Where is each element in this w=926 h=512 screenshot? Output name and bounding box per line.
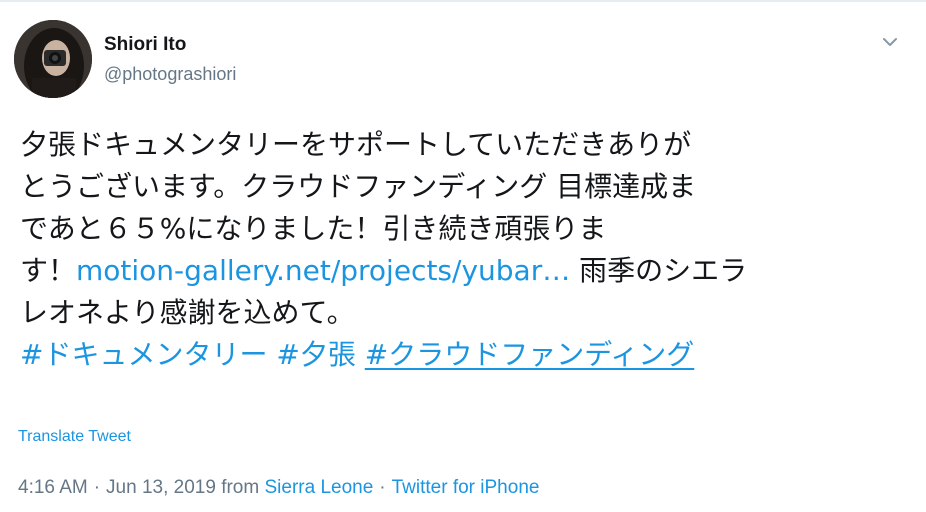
more-options-button[interactable] [878, 30, 902, 54]
avatar[interactable] [14, 20, 92, 98]
author-name[interactable]: Shiori Ito [104, 34, 186, 56]
hashtag-line: #ドキュメンタリー #夕張 #クラウドファンディング [20, 334, 910, 376]
tweet-line-1: 夕張ドキュメンタリーをサポートしていただきありが [20, 128, 692, 161]
translate-tweet-link[interactable]: Translate Tweet [18, 428, 131, 446]
tweet-time[interactable]: 4:16 AM [18, 477, 88, 498]
tweet-line-4-prefix: す！ [20, 254, 77, 287]
tweet-date[interactable]: Jun 13, 2019 [106, 477, 216, 498]
hashtag-crowdfunding[interactable]: #クラウドファンディング [365, 338, 695, 371]
tweet-line-3: であと６５%になりました！引き続き頑張りま [20, 212, 607, 245]
tweet-text: 夕張ドキュメンタリーをサポートしていただきありが とうございます。クラウドファン… [20, 124, 910, 376]
meta-separator: · [93, 477, 101, 498]
project-link[interactable]: motion-gallery.net/projects/yubar… [76, 254, 570, 287]
tweet-line-4-suffix: 雨季のシエラ [570, 254, 748, 287]
tweet-location-link[interactable]: Sierra Leone [264, 477, 373, 498]
tweet-line-5: レオネより感謝を込めて。 [20, 296, 355, 329]
meta-separator-2: · [379, 477, 386, 498]
tweet-line-2: とうございます。クラウドファンディング 目標達成ま [20, 170, 697, 203]
meta-from-label: from [221, 477, 260, 498]
hashtag-documentary[interactable]: #ドキュメンタリー [20, 338, 267, 371]
tweet-card: Shiori Ito @photograshiori 夕張ドキュメンタリーをサポ… [0, 0, 926, 512]
author-handle[interactable]: @photograshiori [104, 64, 236, 85]
hashtag-yubari[interactable]: #夕張 [276, 338, 355, 371]
tweet-line-4: す！motion-gallery.net/projects/yubar… 雨季の… [20, 250, 910, 292]
tweet-source-link[interactable]: Twitter for iPhone [392, 477, 540, 498]
chevron-down-icon [883, 38, 897, 46]
avatar-image [14, 20, 92, 98]
tweet-meta: 4:16 AM · Jun 13, 2019 from Sierra Leone · T… [18, 477, 539, 499]
